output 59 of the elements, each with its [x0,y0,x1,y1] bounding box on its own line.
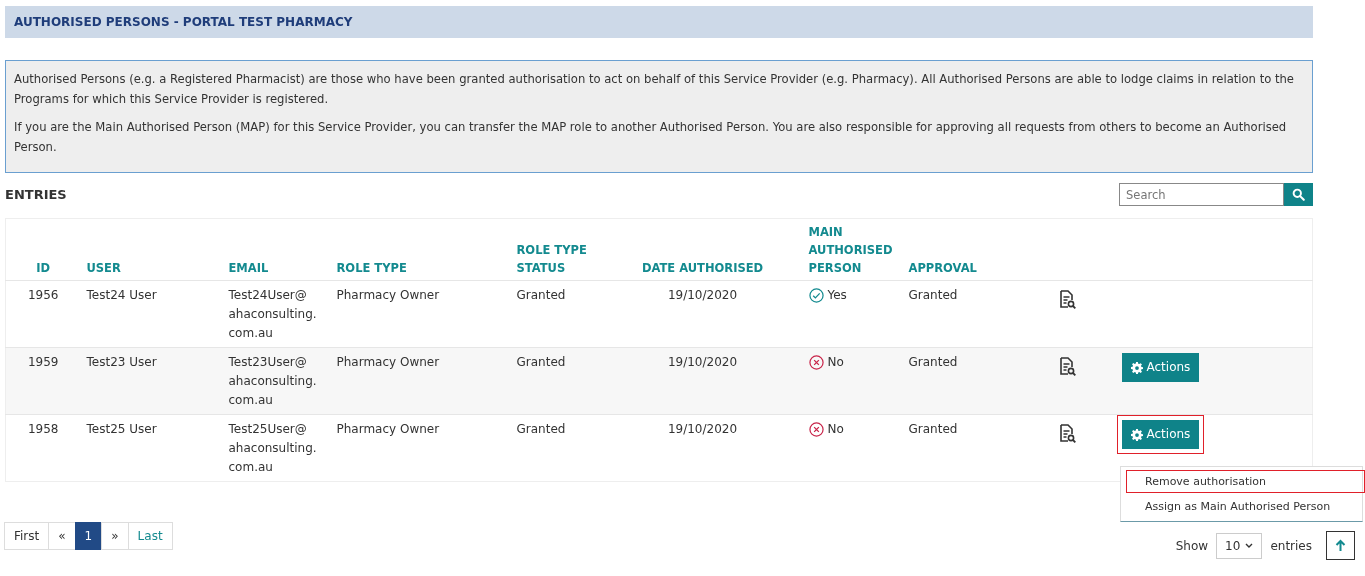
column-header: ROLE TYPE [330,218,511,281]
table-cell-text: No [827,421,844,438]
column-header: ROLE TYPE STATUS [510,218,603,281]
scroll-top-button[interactable] [1326,531,1355,560]
table-cell-text: Test24User@ahaconsulting.com.au [228,287,318,342]
table-cell: Granted [516,422,566,436]
column-header: APPROVAL [902,218,1053,281]
table-cell-text: Test23User@ahaconsulting.com.au [228,354,318,409]
arrow-up-icon [1335,539,1346,552]
table-cell: Pharmacy Owner [336,355,440,369]
page-size-select[interactable]: 10 [1216,532,1263,559]
entries-label: entries [1270,537,1312,555]
table-cell: 19/10/2020 [667,288,738,302]
menu-item[interactable]: Assign as Main Authorised Person [1121,494,1362,519]
table-cell: Pharmacy Owner [336,422,440,436]
pagination-link[interactable]: Last [127,522,173,550]
actions-button[interactable]: Actions [1121,353,1200,382]
info-paragraph: Authorised Persons (e.g. a Registered Pharmacist) are those who have been granted authorisation to act on behalf of this Service Provider (e.g. Pharmacy). All Authorised Persons are able to lodge claims in relation to the Programs for which this Service Provider is registered. [14,71,1295,108]
table-cell-text: No [827,354,844,371]
table-cell-text: Yes [827,287,847,304]
chevron-down-icon [1245,542,1254,549]
show-label: Show [1175,537,1209,555]
table-cell: Granted [516,355,566,369]
gear-icon [1130,361,1143,374]
pagination-link[interactable]: 1 [74,522,103,550]
document-search-icon[interactable] [1058,290,1076,309]
section-title: ENTRIES [5,185,67,204]
table-cell: Test23 User [86,355,157,369]
table-cell: Granted [908,422,958,436]
table-cell: Test24 User [86,288,157,302]
column-header: ID [5,218,81,281]
table-cell-text: Test25User@ahaconsulting.com.au [228,421,318,476]
search-field[interactable]: Search [1119,183,1284,206]
pagination-link[interactable]: » [101,522,129,550]
pagination-link[interactable]: First [4,522,50,550]
table-cell: Granted [908,288,958,302]
table-cell: Granted [908,355,958,369]
page-title: AUTHORISED PERSONS - PORTAL TEST PHARMACY [5,6,1313,38]
pagination-link[interactable]: « [48,522,76,550]
menu-item[interactable]: Remove authorisation [1125,469,1365,494]
table-cell: 19/10/2020 [667,355,738,369]
document-search-icon[interactable] [1058,424,1076,443]
info-paragraph: If you are the Main Authorised Person (MAP) for this Service Provider, you can transfer the MAP role to another Authorised Person. You are also responsible for approving all requests from others to become an Authorised Person. [14,119,1288,156]
column-header: EMAIL [222,218,331,281]
table-cell: 1956 [27,288,59,302]
search-icon [1292,188,1305,201]
table-cell: 19/10/2020 [667,422,738,436]
document-search-icon[interactable] [1058,357,1076,376]
column-header: USER [80,218,223,281]
column-header: DATE AUTHORISED [602,218,803,281]
search-button[interactable] [1284,183,1313,206]
table-cell: 1958 [27,422,59,436]
table-cell: Pharmacy Owner [336,288,440,302]
table-cell: Granted [516,288,566,302]
table-cell: Test25 User [86,422,157,436]
column-header: MAIN AUTHORISED PERSON [802,218,903,281]
table-cell: 1959 [27,355,59,369]
gear-icon [1130,428,1143,441]
actions-button[interactable]: Actions [1121,420,1200,449]
